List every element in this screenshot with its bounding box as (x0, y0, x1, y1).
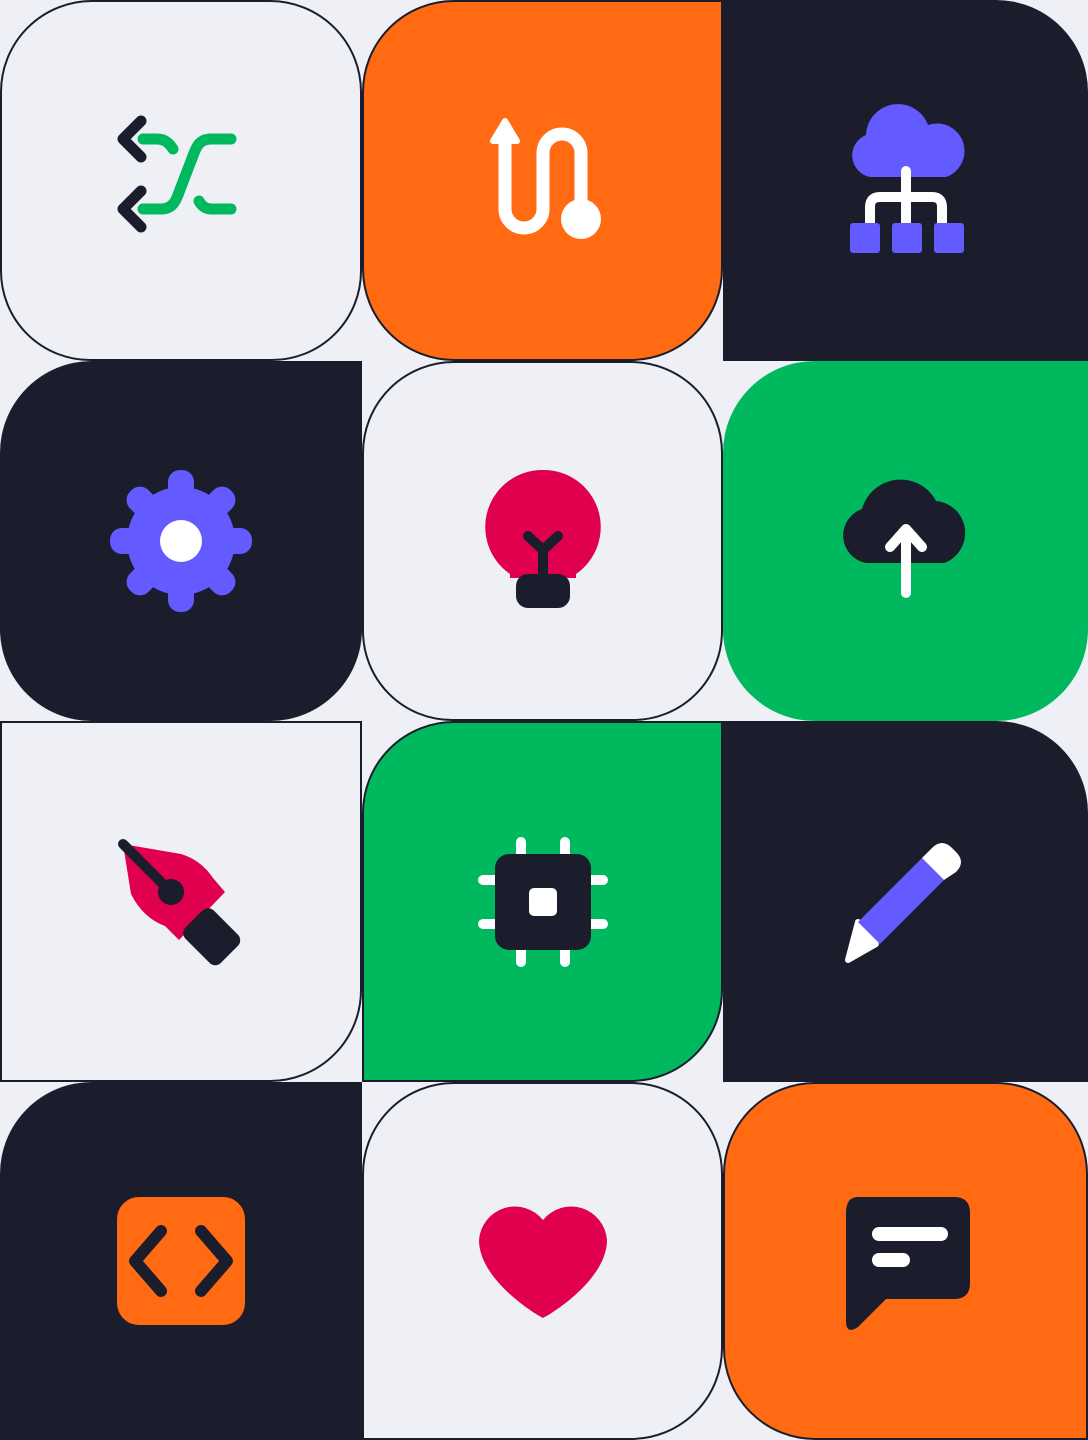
tile-lightbulb (362, 361, 723, 721)
shuffle-arrows-icon (117, 115, 237, 232)
tile-gear (0, 361, 362, 721)
tile-chat (723, 1082, 1088, 1440)
route-path-icon (489, 117, 601, 239)
heart-icon (478, 1206, 607, 1318)
chat-message-icon (845, 1197, 970, 1330)
cpu-chip-icon (477, 836, 608, 967)
tile-shuffle (0, 0, 362, 361)
cloud-network-icon (849, 103, 965, 253)
lightbulb-icon (484, 469, 601, 608)
cloud-upload-icon (842, 479, 965, 598)
pen-nib-icon (118, 838, 241, 965)
tile-heart (362, 1082, 723, 1440)
icon-grid (0, 0, 1088, 1440)
pencil-icon (844, 842, 961, 963)
tile-cloud-network (723, 0, 1088, 361)
tile-route (362, 0, 723, 361)
code-brackets-icon (117, 1197, 245, 1325)
tile-pencil (723, 721, 1088, 1082)
tile-pen-nib (0, 721, 362, 1082)
gear-icon (110, 470, 252, 612)
tile-code (0, 1082, 362, 1440)
tile-cpu-chip (362, 721, 723, 1082)
tile-cloud-upload (723, 361, 1088, 721)
